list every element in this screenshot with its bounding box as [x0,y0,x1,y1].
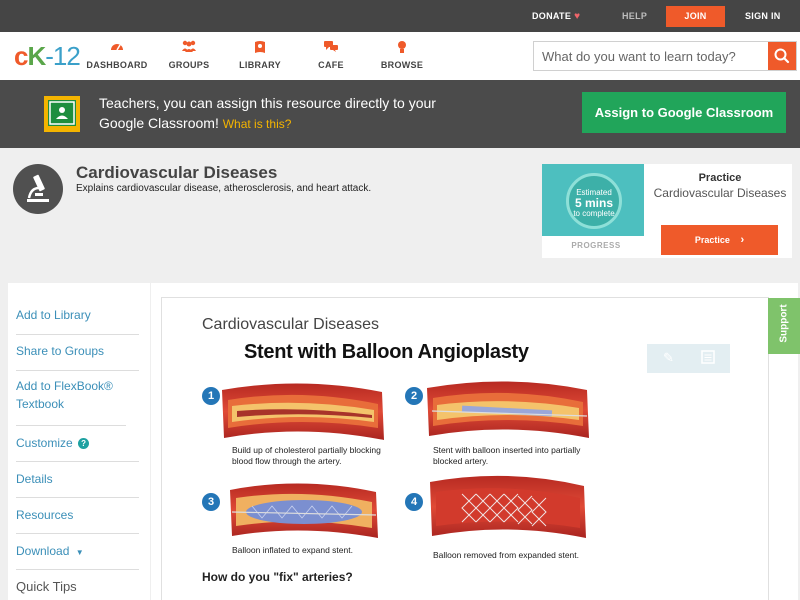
chevron-right-icon: › [740,234,745,246]
step-number-badge: 1 [202,387,220,405]
caret-down-icon: ▼ [75,548,84,557]
nav-dashboard-label: DASHBOARD [86,60,148,70]
practice-heading: Practice [698,172,742,184]
practice-subtitle: Cardiovascular Diseases [653,186,787,200]
join-button[interactable]: JOIN [666,6,725,27]
step-number-badge: 2 [405,387,423,405]
page-title: Cardiovascular Diseases [76,163,278,182]
google-classroom-banner: Teachers, you can assign this resource d… [0,80,800,148]
main-navigation: cK-12 DASHBOARD GROUPS LIBRARY CAFE BROW… [0,32,800,80]
practice-card[interactable]: Estimated 5 mins to complete PROGRESS Pr… [542,164,792,258]
figure-title: Stent with Balloon Angioplasty [244,341,529,363]
estimated-time-badge: Estimated 5 mins to complete [566,173,622,229]
sidebar-item-add-to-flexbook[interactable]: Add to FlexBook® Textbook [16,371,126,426]
help-icon[interactable]: ? [78,438,90,449]
nav-cafe[interactable]: CAFE [296,40,366,70]
search-button[interactable] [768,42,796,70]
sidebar-item-download[interactable]: Download ▼ [16,534,139,570]
step-caption: Balloon removed from expanded stent. [433,550,580,560]
donate-link[interactable]: DONATE ♥ [532,0,580,32]
nav-browse-label: BROWSE [380,60,424,70]
support-tab-label: Support [778,304,790,343]
angioplasty-illustration [222,381,589,538]
step-number-badge: 4 [405,493,423,511]
progress-label: PROGRESS [571,241,621,250]
nav-groups-label: GROUPS [168,60,210,70]
cafe-icon [296,40,366,56]
logo-12: -12 [45,41,81,71]
step-number-badge: 3 [202,493,220,511]
step-caption: Balloon inflated to expand stent. [232,545,353,555]
nav-dashboard[interactable]: DASHBOARD [82,40,152,70]
assign-to-google-classroom-button[interactable]: Assign to Google Classroom [582,92,786,133]
estimated-minutes: 5 mins [574,196,613,210]
nav-library[interactable]: LIBRARY [225,40,295,70]
sidebar-item-label: Customize [16,436,73,450]
nav-library-label: LIBRARY [239,60,281,70]
sidebar-item-resources[interactable]: Resources [16,498,139,534]
google-classroom-icon [44,96,80,132]
page-description: Explains cardiovascular disease, atheros… [76,183,372,194]
sidebar-item-label: Quick Tips [16,579,77,594]
left-sidebar: Add to Library Share to Groups Add to Fl… [8,283,150,600]
artery-blocked-illustration [222,383,384,440]
step-caption: Build up of cholesterol partially blocki… [232,445,381,466]
annotation-toolbar: ✎ [647,344,730,373]
sidebar-item-label: Share to Groups [16,344,105,358]
microscope-icon [13,164,63,214]
sidebar-item-label: Add to FlexBook® Textbook [16,379,113,411]
pencil-icon[interactable]: ✎ [663,350,674,366]
to-complete-label: to complete [573,209,615,218]
sign-in-link[interactable]: SIGN IN [745,0,781,32]
heart-icon: ♥ [574,11,581,22]
library-icon [225,40,295,56]
search-box [533,41,797,71]
sidebar-item-customize[interactable]: Customize ? [16,426,139,462]
practice-thumbnail: Estimated 5 mins to complete [542,164,644,236]
logo-k: K [27,41,46,71]
support-tab[interactable]: Support [768,298,800,354]
classroom-message: Teachers, you can assign this resource d… [99,93,459,134]
what-is-this-link[interactable]: What is this? [223,117,292,131]
sidebar-item-label: Resources [16,508,74,522]
step-caption: Stent with balloon inserted into partial… [433,445,581,466]
ck12-logo[interactable]: cK-12 [14,41,81,72]
section-heading: Cardiovascular Diseases [202,316,379,333]
groups-icon [154,40,224,56]
note-icon[interactable] [701,350,715,367]
artery-stent-inserted-illustration [427,381,589,438]
nav-groups[interactable]: GROUPS [154,40,224,70]
artery-expanded-stent-illustration [430,475,586,538]
search-input[interactable] [534,42,768,70]
donate-label: DONATE [532,11,572,21]
nav-browse[interactable]: BROWSE [367,40,437,70]
dashboard-icon [82,40,152,56]
sidebar-item-share-to-groups[interactable]: Share to Groups [16,335,139,371]
search-icon [774,48,790,64]
sidebar-quick-tips[interactable]: Quick Tips [16,570,139,600]
artery-balloon-inflated-illustration [230,483,378,538]
sidebar-item-details[interactable]: Details [16,462,139,498]
sidebar-item-label: Details [16,472,53,486]
help-link[interactable]: HELP [622,0,647,32]
main-content: Cardiovascular Diseases Stent with Ballo… [151,283,798,600]
practice-button[interactable]: Practice › [661,225,778,255]
top-utility-bar: DONATE ♥ HELP JOIN SIGN IN [0,0,800,32]
section-question: How do you "fix" arteries? [202,570,353,584]
practice-button-label: Practice [694,235,730,245]
logo-c: c [14,41,29,71]
sidebar-item-label: Download [16,544,70,558]
nav-cafe-label: CAFE [318,60,344,70]
sidebar-item-add-to-library[interactable]: Add to Library [16,299,139,335]
browse-icon [367,40,437,56]
sidebar-item-label: Add to Library [16,308,91,322]
content-card: Cardiovascular Diseases Stent with Ballo… [161,297,769,600]
